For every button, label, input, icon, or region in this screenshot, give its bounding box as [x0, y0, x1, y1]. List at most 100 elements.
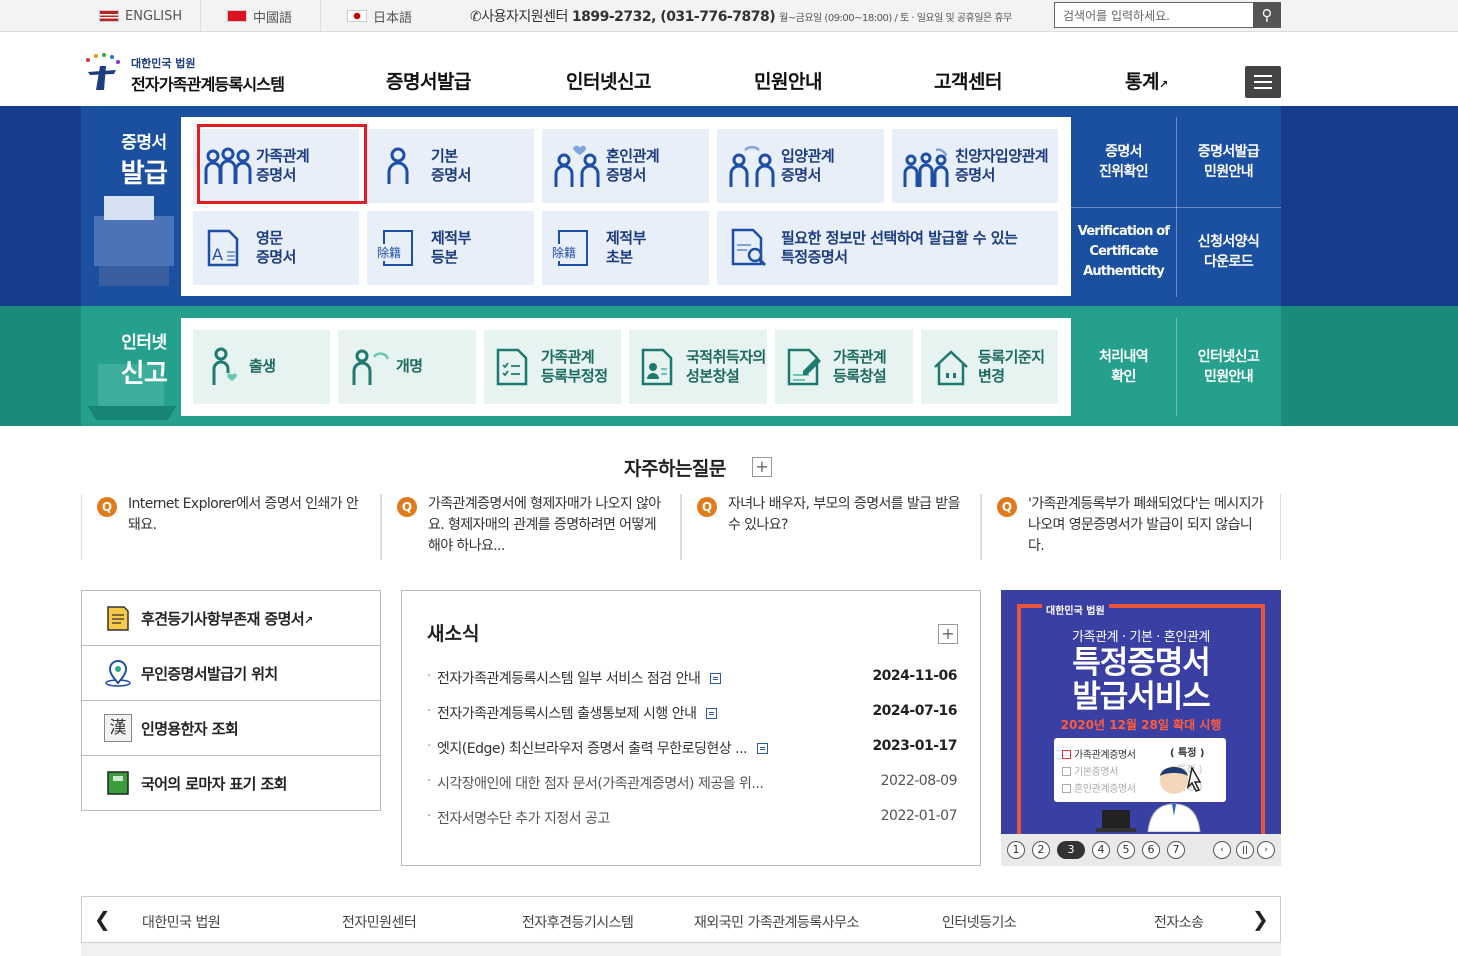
location-pin-icon: [105, 660, 131, 687]
card-adoption-cert[interactable]: 입양관계 증명서: [717, 129, 884, 203]
card-surname-creation[interactable]: 국적취득자의 성본창설: [629, 330, 767, 404]
prev-icon[interactable]: ‹: [1213, 841, 1231, 859]
news-item[interactable]: · 전자가족관계등록시스템 일부 서비스 점검 안내 2024-11-06: [427, 668, 957, 688]
related-link[interactable]: 전자후견등기시스템: [522, 912, 634, 932]
kiosk-location-link[interactable]: 무인증명서발급기 위치: [82, 646, 380, 701]
page-5[interactable]: 5: [1117, 841, 1135, 859]
nav-cert-issue[interactable]: 증명서발급: [386, 67, 471, 94]
footer-strip: [81, 943, 1281, 956]
related-link[interactable]: 대한민국 법원: [142, 912, 221, 932]
green-book-icon: [107, 771, 129, 795]
page-1[interactable]: 1: [1007, 841, 1025, 859]
cert-verify-link[interactable]: 증명서 진위확인: [1071, 117, 1176, 207]
guardianship-cert-link[interactable]: 후견등기사항부존재 증명서↗: [82, 591, 380, 646]
related-link[interactable]: 인터넷등기소: [942, 912, 1017, 932]
lang-japanese[interactable]: 日本語: [321, 0, 441, 32]
lang-english[interactable]: ENGLISH: [81, 0, 201, 32]
prev-arrow-icon[interactable]: ❮: [94, 907, 111, 931]
news-more-plus-icon[interactable]: +: [938, 624, 958, 644]
phone-icon: ✆: [470, 9, 482, 25]
adoption-icon: [729, 145, 775, 187]
q-icon: Q: [97, 497, 117, 517]
processing-history-link[interactable]: 처리내역 확인: [1071, 318, 1176, 416]
birth-icon: [212, 347, 237, 385]
svg-text:A: A: [212, 245, 223, 264]
romanization-link[interactable]: 국어의 로마자 표기 조회: [82, 756, 380, 811]
news-item[interactable]: · 엣지(Edge) 최신브라우저 증명서 출력 무한로딩현상 ... 2023-0…: [427, 738, 957, 758]
logo-subtitle: 대한민국 법원: [131, 57, 196, 70]
page-2[interactable]: 2: [1032, 841, 1050, 859]
page-3[interactable]: 3: [1057, 841, 1085, 859]
page-7[interactable]: 7: [1167, 841, 1185, 859]
card-english-cert[interactable]: A 영문 증명서: [193, 211, 359, 285]
card-register-correction[interactable]: 가족관계 등록부정정: [484, 330, 621, 404]
quick-links: 후견등기사항부존재 증명서↗ 무인증명서발급기 위치 漢 인명용한자 조회 국어…: [81, 590, 381, 811]
faq-item[interactable]: Q '가족관계등록부가 폐쇄되었다'는 메시지가 나오며 영문증명서가 발급이 되…: [981, 494, 1281, 560]
logo-title[interactable]: 전자가족관계등록시스템: [131, 71, 285, 95]
lang-label: 日本語: [373, 10, 413, 26]
form-download-link[interactable]: 신청서양식 다운로드: [1176, 207, 1281, 297]
faq-item[interactable]: Q 자녀나 배우자, 부모의 증명서를 발급 받을 수 있나요?: [681, 494, 981, 560]
search-input[interactable]: 검색어를 입력하세요.: [1054, 2, 1254, 28]
banner-subtitle: 가족관계 · 기본 · 혼인관계: [1072, 630, 1210, 645]
search-icon: ⚲: [1261, 6, 1273, 24]
checklist-doc-icon: [496, 348, 528, 386]
cn-flag-icon: [227, 10, 247, 22]
page-4[interactable]: 4: [1092, 841, 1110, 859]
removed-register-icon: 除籍: [377, 228, 417, 268]
banner-pager: 1 2 3 4 5 6 7 ‹ || ›: [1001, 834, 1281, 866]
card-base-address-change[interactable]: 등록기준지 변경: [921, 330, 1058, 404]
news-item[interactable]: · 시각장애인에 대한 점자 문서(가족관계증명서) 제공을 위... 2022-0…: [427, 773, 958, 793]
full-adoption-icon: [903, 148, 949, 187]
report-guide-link[interactable]: 인터넷신고 민원안내: [1176, 318, 1281, 416]
pause-icon[interactable]: ||: [1236, 841, 1254, 859]
next-icon[interactable]: ›: [1257, 841, 1275, 859]
nav-statistics[interactable]: 통계↗: [1125, 67, 1168, 94]
hanja-lookup-link[interactable]: 漢 인명용한자 조회: [82, 701, 380, 756]
house-icon: [934, 350, 968, 386]
external-link-icon: ↗: [1158, 78, 1168, 91]
printer-illustration-icon: [94, 196, 174, 286]
card-birth-report[interactable]: 출생: [193, 330, 330, 404]
court-logo-icon[interactable]: [80, 52, 124, 92]
card-specific-cert[interactable]: 필요한 정보만 선택하여 발급할 수 있는 특정증명서: [717, 211, 1058, 285]
nav-customer-center[interactable]: 고객센터: [934, 67, 1002, 94]
banner-date: 2020년 12월 28일 확대 시행: [1060, 718, 1222, 732]
lang-chinese[interactable]: 中國語: [201, 0, 321, 32]
faq-item[interactable]: Q Internet Explorer에서 증명서 인쇄가 안돼요.: [81, 494, 381, 560]
card-marriage-cert[interactable]: 혼인관계 증명서: [542, 129, 709, 203]
news-item[interactable]: · 전자서명수단 추가 지정서 공고 2022-01-07: [427, 808, 958, 828]
faq-more-plus-icon[interactable]: +: [752, 457, 772, 477]
related-link[interactable]: 전자민원센터: [342, 912, 417, 932]
external-link-icon: ↗: [304, 614, 313, 627]
divider: [1176, 318, 1177, 416]
id-doc-icon: [641, 348, 673, 386]
card-full-adoption-cert[interactable]: 친양자입양관계 증명서: [892, 129, 1058, 203]
nav-internet-report[interactable]: 인터넷신고: [566, 67, 651, 94]
attachment-icon: [756, 743, 768, 754]
person-icon: [387, 147, 409, 184]
cert-guide-link[interactable]: 증명서발급 민원안내: [1176, 117, 1281, 207]
news-panel: 새소식 + · 전자가족관계등록시스템 일부 서비스 점검 안내 2024-11-0…: [401, 590, 981, 866]
card-removed-register-copy[interactable]: 除籍 제적부 등본: [367, 211, 534, 285]
related-link[interactable]: 전자소송: [1154, 912, 1204, 932]
support-center: ✆사용자지원센터 1899-2732, (031-776-7878) 월~금요일…: [470, 9, 1012, 25]
nav-civil-guide[interactable]: 민원안내: [754, 67, 822, 94]
verification-link[interactable]: Verification of Certificate Authenticity: [1071, 207, 1176, 297]
news-item[interactable]: · 전자가족관계등록시스템 출생통보제 시행 안내 2024-07-16: [427, 703, 957, 723]
next-arrow-icon[interactable]: ❯: [1252, 907, 1269, 931]
card-register-creation[interactable]: 가족관계 등록창설: [775, 330, 913, 404]
rename-icon: [352, 349, 390, 385]
page-6[interactable]: 6: [1142, 841, 1160, 859]
related-link[interactable]: 재외국민 가족관계등록사무소: [694, 912, 859, 932]
faq-item[interactable]: Q 가족관계증명서에 형제자매가 나오지 않아요. 형제자매의 관계를 증명하려면…: [381, 494, 681, 560]
banner-headline: 특정증명서 발급서비스: [1072, 645, 1211, 715]
card-basic-cert[interactable]: 기본 증명서: [367, 129, 534, 203]
all-menu-button[interactable]: [1245, 66, 1281, 98]
search-button[interactable]: ⚲: [1253, 2, 1281, 28]
laptop-icon: [1096, 810, 1136, 832]
q-icon: Q: [997, 497, 1017, 517]
card-rename-report[interactable]: 개명: [338, 330, 476, 404]
card-removed-register-abstract[interactable]: 除籍 제적부 초본: [542, 211, 709, 285]
highlight-box: [197, 124, 367, 204]
